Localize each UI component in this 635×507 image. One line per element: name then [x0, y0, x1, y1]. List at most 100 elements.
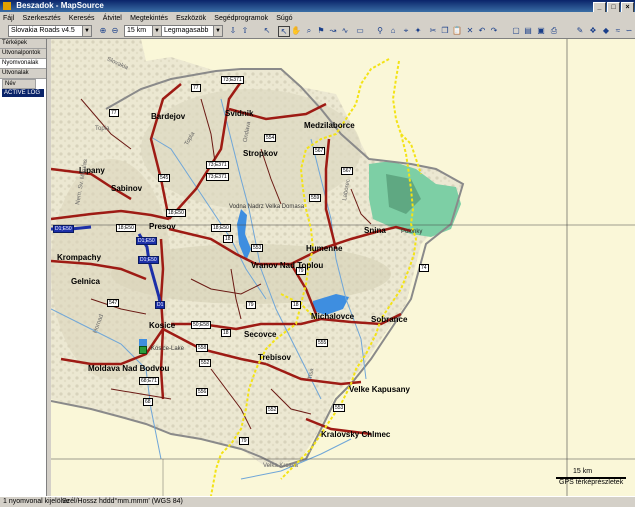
- city-label: Sabinov: [111, 184, 143, 193]
- open-icon[interactable]: ▤: [523, 26, 533, 35]
- detail-select-value: Legmagasabb: [164, 27, 209, 34]
- river-label: Tisa: [307, 368, 316, 380]
- road-shield-highway: D1;E50: [138, 256, 159, 264]
- menu-view[interactable]: Megtekintés: [130, 15, 168, 22]
- road-shield: 18;E50: [116, 224, 136, 232]
- zoom-out-icon[interactable]: ⊖: [110, 26, 120, 35]
- city-label: Gelnica: [71, 277, 100, 286]
- chevron-down-icon: ▼: [213, 26, 222, 36]
- road-shield: 68;E71: [139, 377, 159, 385]
- road-shield-highway: D1: [155, 301, 166, 309]
- menu-file[interactable]: Fájl: [3, 15, 14, 22]
- city-label: Snina: [364, 226, 386, 235]
- route-properties-icon[interactable]: ❖: [588, 26, 598, 35]
- menu-help[interactable]: Súgó: [276, 15, 292, 22]
- title-bar: Beszadok - MapSource _ □ ×: [0, 0, 635, 13]
- road-shield: 556: [196, 388, 209, 396]
- road-shield: 558: [196, 344, 209, 352]
- route-tool-icon[interactable]: ↝: [328, 26, 338, 35]
- waypoint-properties-icon[interactable]: ✎: [575, 26, 585, 35]
- find-poi-icon[interactable]: ✦: [413, 26, 423, 35]
- product-select-value: Slovakia Roads v4.5: [11, 27, 75, 34]
- road-shield: 567: [313, 147, 326, 155]
- city-label: Michalovce: [311, 312, 355, 321]
- tab-routes[interactable]: Útvonalak: [0, 69, 46, 79]
- city-label: Humenne: [306, 244, 343, 253]
- print-icon[interactable]: ⎙: [549, 26, 559, 35]
- name-column-header[interactable]: Név: [2, 79, 36, 89]
- menu-transfer[interactable]: Átvitel: [103, 15, 122, 22]
- road-shield: 68: [143, 398, 153, 406]
- city-label: Secovce: [244, 330, 277, 339]
- river-label: Topla: [183, 131, 197, 147]
- zoom-tool-icon[interactable]: ⌕: [304, 26, 314, 35]
- scale-label: 15 km: [573, 468, 593, 475]
- road-shield: 552: [266, 406, 279, 414]
- copy-icon[interactable]: ❐: [440, 26, 450, 35]
- chevron-down-icon: ▼: [152, 26, 161, 36]
- road-shield: 79: [239, 437, 249, 445]
- river-label: Topla: [95, 126, 110, 132]
- road-shield: 547: [107, 299, 120, 307]
- road-shield: 18: [291, 301, 301, 309]
- chevron-down-icon: ▼: [82, 26, 91, 36]
- delete-icon[interactable]: ✕: [465, 26, 475, 35]
- menu-search[interactable]: Keresés: [69, 15, 95, 22]
- menu-tools[interactable]: Eszközök: [176, 15, 206, 22]
- road-shield: 18: [223, 235, 233, 243]
- tab-tracks[interactable]: Nyomvonalak: [0, 59, 46, 69]
- city-label: Svidnik: [225, 109, 254, 118]
- status-bar: 1 nyomvonal kijelölve Szél/Hossz hddd°mm…: [0, 496, 635, 507]
- hand-tool-icon[interactable]: ✋: [291, 26, 301, 35]
- measure-tool-icon[interactable]: ▭: [355, 26, 365, 35]
- tab-waypoints[interactable]: Útvonalpontok: [0, 49, 46, 59]
- waypoint-marker-icon[interactable]: [139, 346, 147, 354]
- city-label: Kralovsky Chlmec: [321, 430, 391, 439]
- zoom-in-icon[interactable]: ⊕: [98, 26, 108, 35]
- menu-bar: Fájl Szerkesztés Keresés Átvitel Megteki…: [0, 12, 635, 23]
- select-tool-icon[interactable]: ↖: [278, 26, 290, 37]
- map-view[interactable]: Medzilaborce Bardejov Svidnik Stropkov L…: [51, 39, 635, 496]
- lake-label: Kosice-Lake: [151, 346, 185, 352]
- filter-icon[interactable]: ≈: [613, 26, 623, 35]
- zoom-select-value: 15 km: [127, 27, 147, 34]
- menu-edit[interactable]: Szerkesztés: [23, 15, 61, 22]
- tab-maps[interactable]: Térképek: [0, 39, 46, 49]
- city-label: Sobrance: [371, 315, 408, 324]
- area-label: Velka Krcava: [263, 463, 299, 469]
- redo-icon[interactable]: ↷: [489, 26, 499, 35]
- region-label: Slovakia: [105, 56, 129, 72]
- track-properties-icon[interactable]: ◆: [601, 26, 611, 35]
- find-places-icon[interactable]: ⌂: [388, 26, 398, 35]
- send-icon[interactable]: ⇧: [240, 26, 250, 35]
- city-label: Moldava Nad Bodvou: [88, 364, 170, 373]
- road-shield: 77: [109, 109, 119, 117]
- paste-icon[interactable]: 📋: [452, 26, 462, 35]
- zoom-select[interactable]: 15 km ▼: [124, 25, 162, 37]
- undo-icon[interactable]: ↶: [477, 26, 487, 35]
- road-shield: 73;E371: [206, 161, 229, 169]
- settings-icon[interactable]: ∽: [624, 26, 634, 35]
- menu-utilities[interactable]: Segédprogramok: [214, 15, 268, 22]
- city-label: Trebisov: [258, 353, 291, 362]
- waypoint-tool-icon[interactable]: ⚑: [316, 26, 326, 35]
- find-icon[interactable]: ⚲: [375, 26, 385, 35]
- road-shield-highway: D1;E50: [53, 225, 74, 233]
- save-icon[interactable]: ▣: [536, 26, 546, 35]
- list-item-active-log[interactable]: ACTIVE LOG: [2, 89, 44, 97]
- road-shield: 553: [333, 404, 346, 412]
- window-title: Beszadok - MapSource: [16, 1, 104, 10]
- map-tool-icon[interactable]: ↖: [262, 26, 272, 35]
- product-select[interactable]: Slovakia Roads v4.5 ▼: [8, 25, 92, 37]
- receive-icon[interactable]: ⇩: [228, 26, 238, 35]
- road-shield: 79: [246, 301, 256, 309]
- city-label: Stropkov: [243, 149, 278, 158]
- road-shield: 50;E58: [191, 321, 211, 329]
- track-tool-icon[interactable]: ∿: [340, 26, 350, 35]
- city-label: Bardejov: [151, 112, 186, 121]
- cut-icon[interactable]: ✂: [428, 26, 438, 35]
- detail-select[interactable]: Legmagasabb ▼: [161, 25, 223, 37]
- find-address-icon[interactable]: ⌖: [401, 26, 411, 35]
- new-icon[interactable]: ▢: [511, 26, 521, 35]
- city-label: Presov: [149, 222, 176, 231]
